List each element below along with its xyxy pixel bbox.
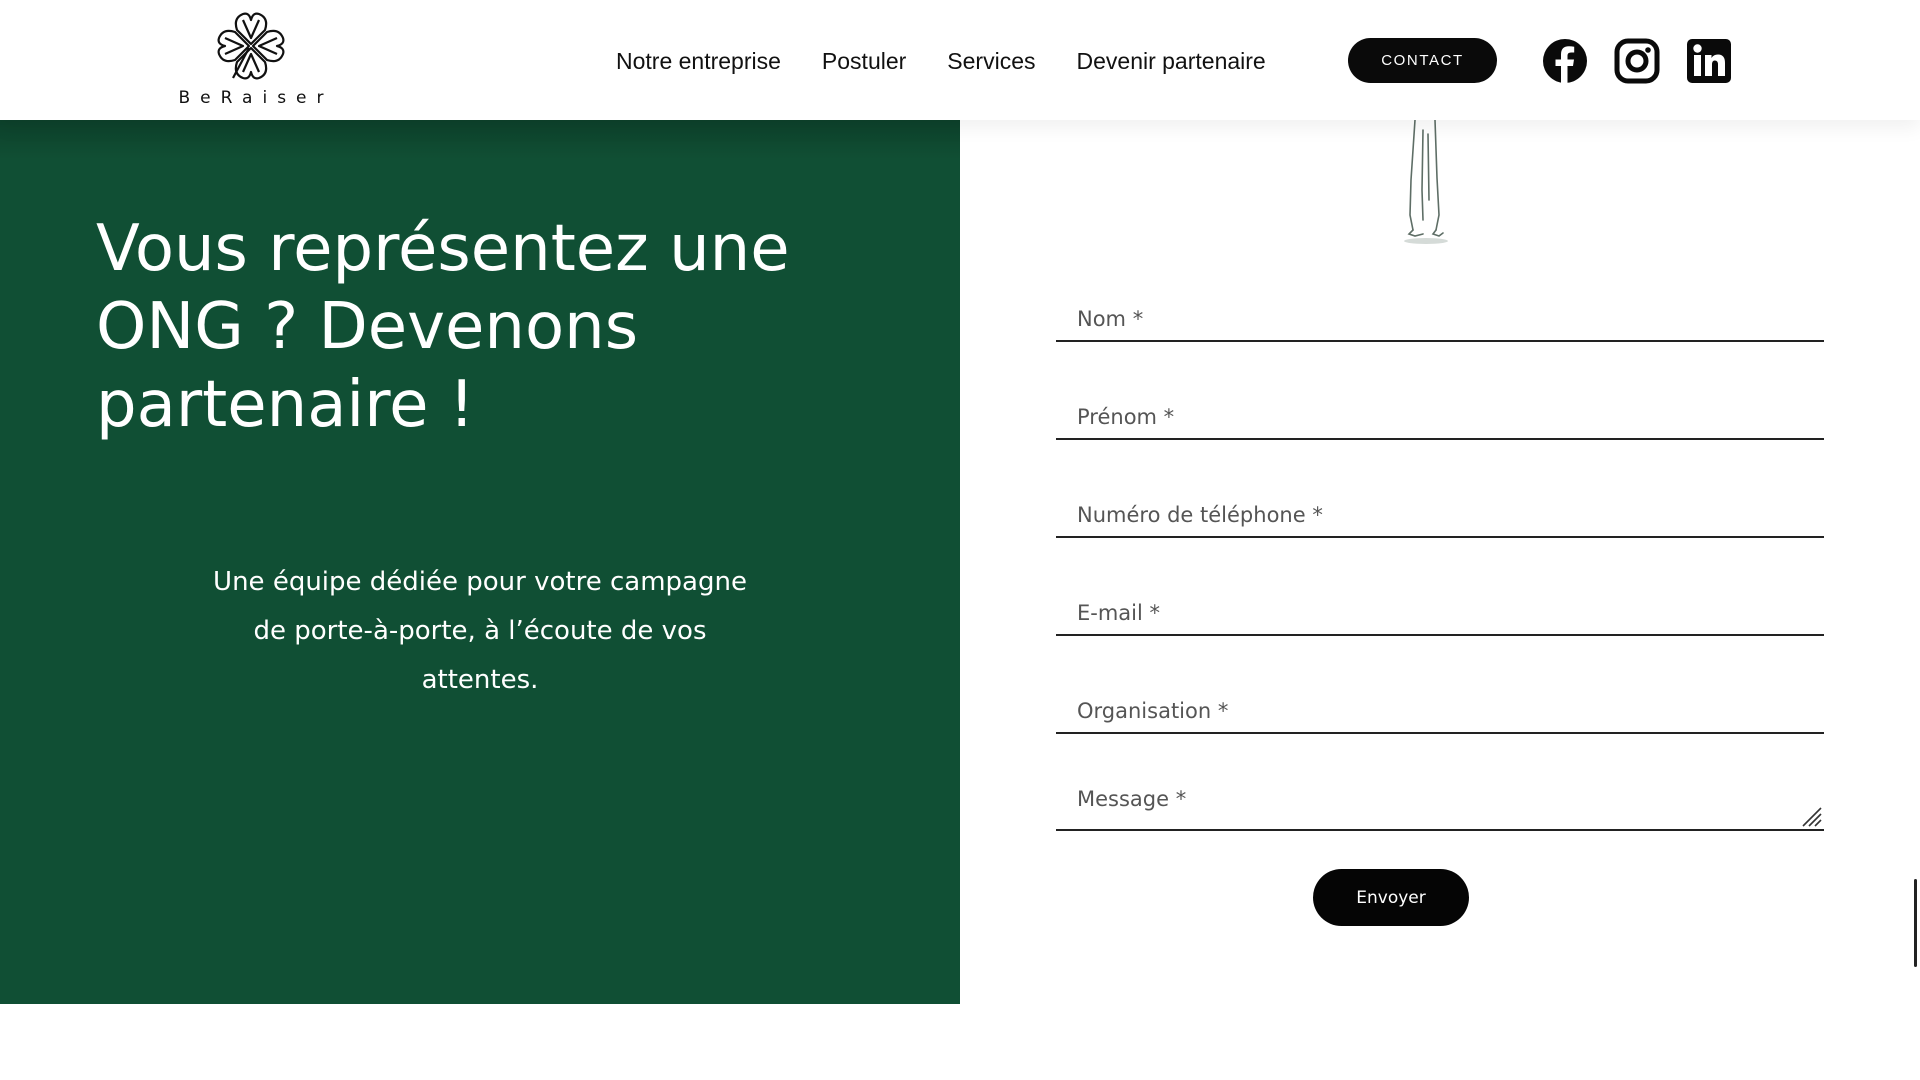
hero-title: Vous représentez une ONG ? Devenons part… bbox=[96, 212, 790, 442]
hero-subtitle: Une équipe dédiée pour votre campagne de… bbox=[213, 567, 747, 695]
main-nav: Notre entreprise Postuler Services Deven… bbox=[616, 46, 1307, 76]
instagram-link[interactable] bbox=[1614, 38, 1660, 84]
nav-item-postuler[interactable]: Postuler bbox=[822, 48, 906, 75]
hero-shadow bbox=[0, 120, 960, 160]
submit-button[interactable]: Envoyer bbox=[1313, 869, 1469, 926]
linkedin-link[interactable] bbox=[1686, 38, 1732, 84]
organisation-input[interactable] bbox=[1056, 667, 1824, 732]
field-email bbox=[1056, 569, 1824, 636]
email-input[interactable] bbox=[1056, 569, 1824, 634]
clover-logo-icon bbox=[217, 12, 285, 80]
logo-text: BeRaiser bbox=[178, 88, 334, 108]
nav-item-notre-entreprise[interactable]: Notre entreprise bbox=[616, 48, 781, 75]
nav-item-devenir-partenaire[interactable]: Devenir partenaire bbox=[1077, 48, 1266, 75]
site-header: BeRaiser Notre entreprise Postuler Servi… bbox=[0, 0, 1920, 120]
instagram-icon bbox=[1614, 38, 1660, 84]
message-textarea[interactable] bbox=[1056, 765, 1824, 829]
telephone-input[interactable] bbox=[1056, 471, 1824, 536]
person-illustration bbox=[1395, 119, 1465, 250]
logo[interactable]: BeRaiser bbox=[175, 8, 327, 113]
contact-button[interactable]: CONTACT bbox=[1348, 38, 1497, 83]
partner-form bbox=[1056, 275, 1824, 831]
page-scrollbar[interactable] bbox=[1914, 879, 1917, 967]
field-prenom bbox=[1056, 373, 1824, 440]
field-message bbox=[1056, 765, 1824, 831]
facebook-link[interactable] bbox=[1542, 38, 1588, 84]
field-organisation bbox=[1056, 667, 1824, 734]
facebook-icon bbox=[1543, 39, 1587, 83]
nav-item-services[interactable]: Services bbox=[947, 48, 1035, 75]
hero-panel: Vous représentez une ONG ? Devenons part… bbox=[0, 120, 960, 1004]
nom-input[interactable] bbox=[1056, 275, 1824, 340]
field-telephone bbox=[1056, 471, 1824, 538]
field-nom bbox=[1056, 275, 1824, 342]
prenom-input[interactable] bbox=[1056, 373, 1824, 438]
resize-handle-icon[interactable] bbox=[1800, 805, 1822, 827]
linkedin-icon bbox=[1687, 39, 1731, 83]
